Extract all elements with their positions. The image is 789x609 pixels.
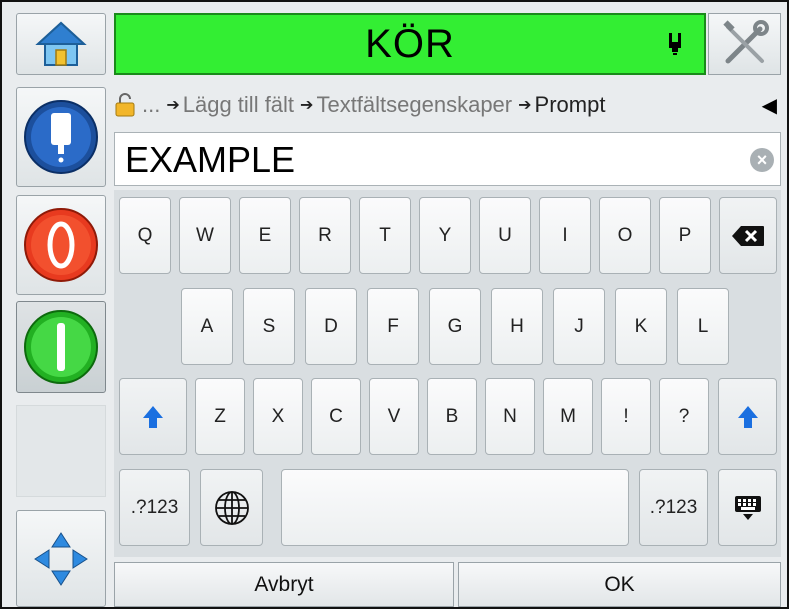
key-o[interactable]: O	[599, 197, 651, 274]
key-w[interactable]: W	[179, 197, 231, 274]
key-u[interactable]: U	[479, 197, 531, 274]
breadcrumb-arrow-icon: ➔	[300, 97, 314, 114]
key-a[interactable]: A	[181, 288, 233, 365]
hide-keyboard-icon	[734, 495, 761, 520]
shift-arrow-icon	[737, 405, 758, 428]
home-icon	[35, 21, 87, 66]
ink-system-button[interactable]	[16, 87, 106, 187]
prompt-text-field[interactable]: EXAMPLE ×	[114, 132, 781, 186]
key-x[interactable]: X	[253, 378, 303, 455]
navigate-button[interactable]	[16, 510, 106, 607]
prompt-text-value: EXAMPLE	[125, 139, 296, 180]
unlocked-padlock-icon	[115, 93, 135, 117]
cancel-button[interactable]: Avbryt	[114, 562, 454, 607]
breadcrumb-item-prompt: Prompt	[534, 92, 606, 117]
key-exclamation[interactable]: !	[601, 378, 651, 455]
symbols-key-left[interactable]: .?123	[119, 469, 190, 546]
key-e[interactable]: E	[239, 197, 291, 274]
key-z[interactable]: Z	[195, 378, 245, 455]
language-key[interactable]	[200, 469, 263, 546]
tools-button[interactable]	[708, 13, 781, 75]
printer-status-text: KÖR	[365, 21, 455, 66]
key-question[interactable]: ?	[659, 378, 709, 455]
key-f[interactable]: F	[367, 288, 419, 365]
ink-system-icon	[24, 100, 98, 174]
key-r[interactable]: R	[299, 197, 351, 274]
key-b[interactable]: B	[427, 378, 477, 455]
breadcrumb-arrow-icon: ➔	[166, 97, 180, 114]
breadcrumb-arrow-icon: ➔	[518, 97, 532, 114]
breadcrumb: ... ➔ Lägg till fält ➔ Textfältsegenskap…	[114, 84, 781, 126]
breadcrumb-ellipsis[interactable]: ...	[142, 92, 160, 118]
space-key[interactable]	[281, 469, 629, 546]
symbols-key-right[interactable]: .?123	[639, 469, 708, 546]
key-y[interactable]: Y	[419, 197, 471, 274]
globe-icon	[214, 490, 249, 525]
breadcrumb-item-text-field-properties[interactable]: Textfältsegenskaper	[316, 92, 512, 118]
shift-key-left[interactable]	[119, 378, 187, 455]
key-q[interactable]: Q	[119, 197, 171, 274]
key-l[interactable]: L	[677, 288, 729, 365]
key-j[interactable]: J	[553, 288, 605, 365]
breadcrumb-item-add-field[interactable]: Lägg till fält	[183, 92, 294, 118]
key-g[interactable]: G	[429, 288, 481, 365]
shift-key-right[interactable]	[718, 378, 777, 455]
key-s[interactable]: S	[243, 288, 295, 365]
key-t[interactable]: T	[359, 197, 411, 274]
key-k[interactable]: K	[615, 288, 667, 365]
printer-status-bar[interactable]: KÖR	[114, 13, 706, 75]
ink-cartridge-icon	[669, 33, 681, 55]
start-button[interactable]	[16, 301, 106, 393]
key-v[interactable]: V	[369, 378, 419, 455]
home-button[interactable]	[16, 13, 106, 75]
ok-button[interactable]: OK	[458, 562, 781, 607]
start-icon	[24, 310, 98, 384]
key-i[interactable]: I	[539, 197, 591, 274]
tools-icon	[722, 20, 769, 64]
clear-icon[interactable]: ×	[750, 148, 774, 172]
sidebar-empty-slot	[16, 405, 106, 497]
backspace-icon	[732, 225, 764, 246]
back-arrow-icon[interactable]: ◀	[762, 93, 777, 118]
shift-arrow-icon	[143, 405, 163, 428]
key-n[interactable]: N	[485, 378, 535, 455]
onscreen-keyboard: Q W E R T Y U I O P A S D F G H J K L Z …	[114, 190, 781, 557]
stop-icon	[24, 208, 98, 282]
key-c[interactable]: C	[311, 378, 361, 455]
stop-button[interactable]	[16, 195, 106, 295]
key-d[interactable]: D	[305, 288, 357, 365]
navigation-arrows-icon	[34, 531, 88, 586]
key-p[interactable]: P	[659, 197, 711, 274]
key-h[interactable]: H	[491, 288, 543, 365]
key-m[interactable]: M	[543, 378, 593, 455]
hide-keyboard-key[interactable]	[718, 469, 777, 546]
backspace-key[interactable]	[719, 197, 777, 274]
